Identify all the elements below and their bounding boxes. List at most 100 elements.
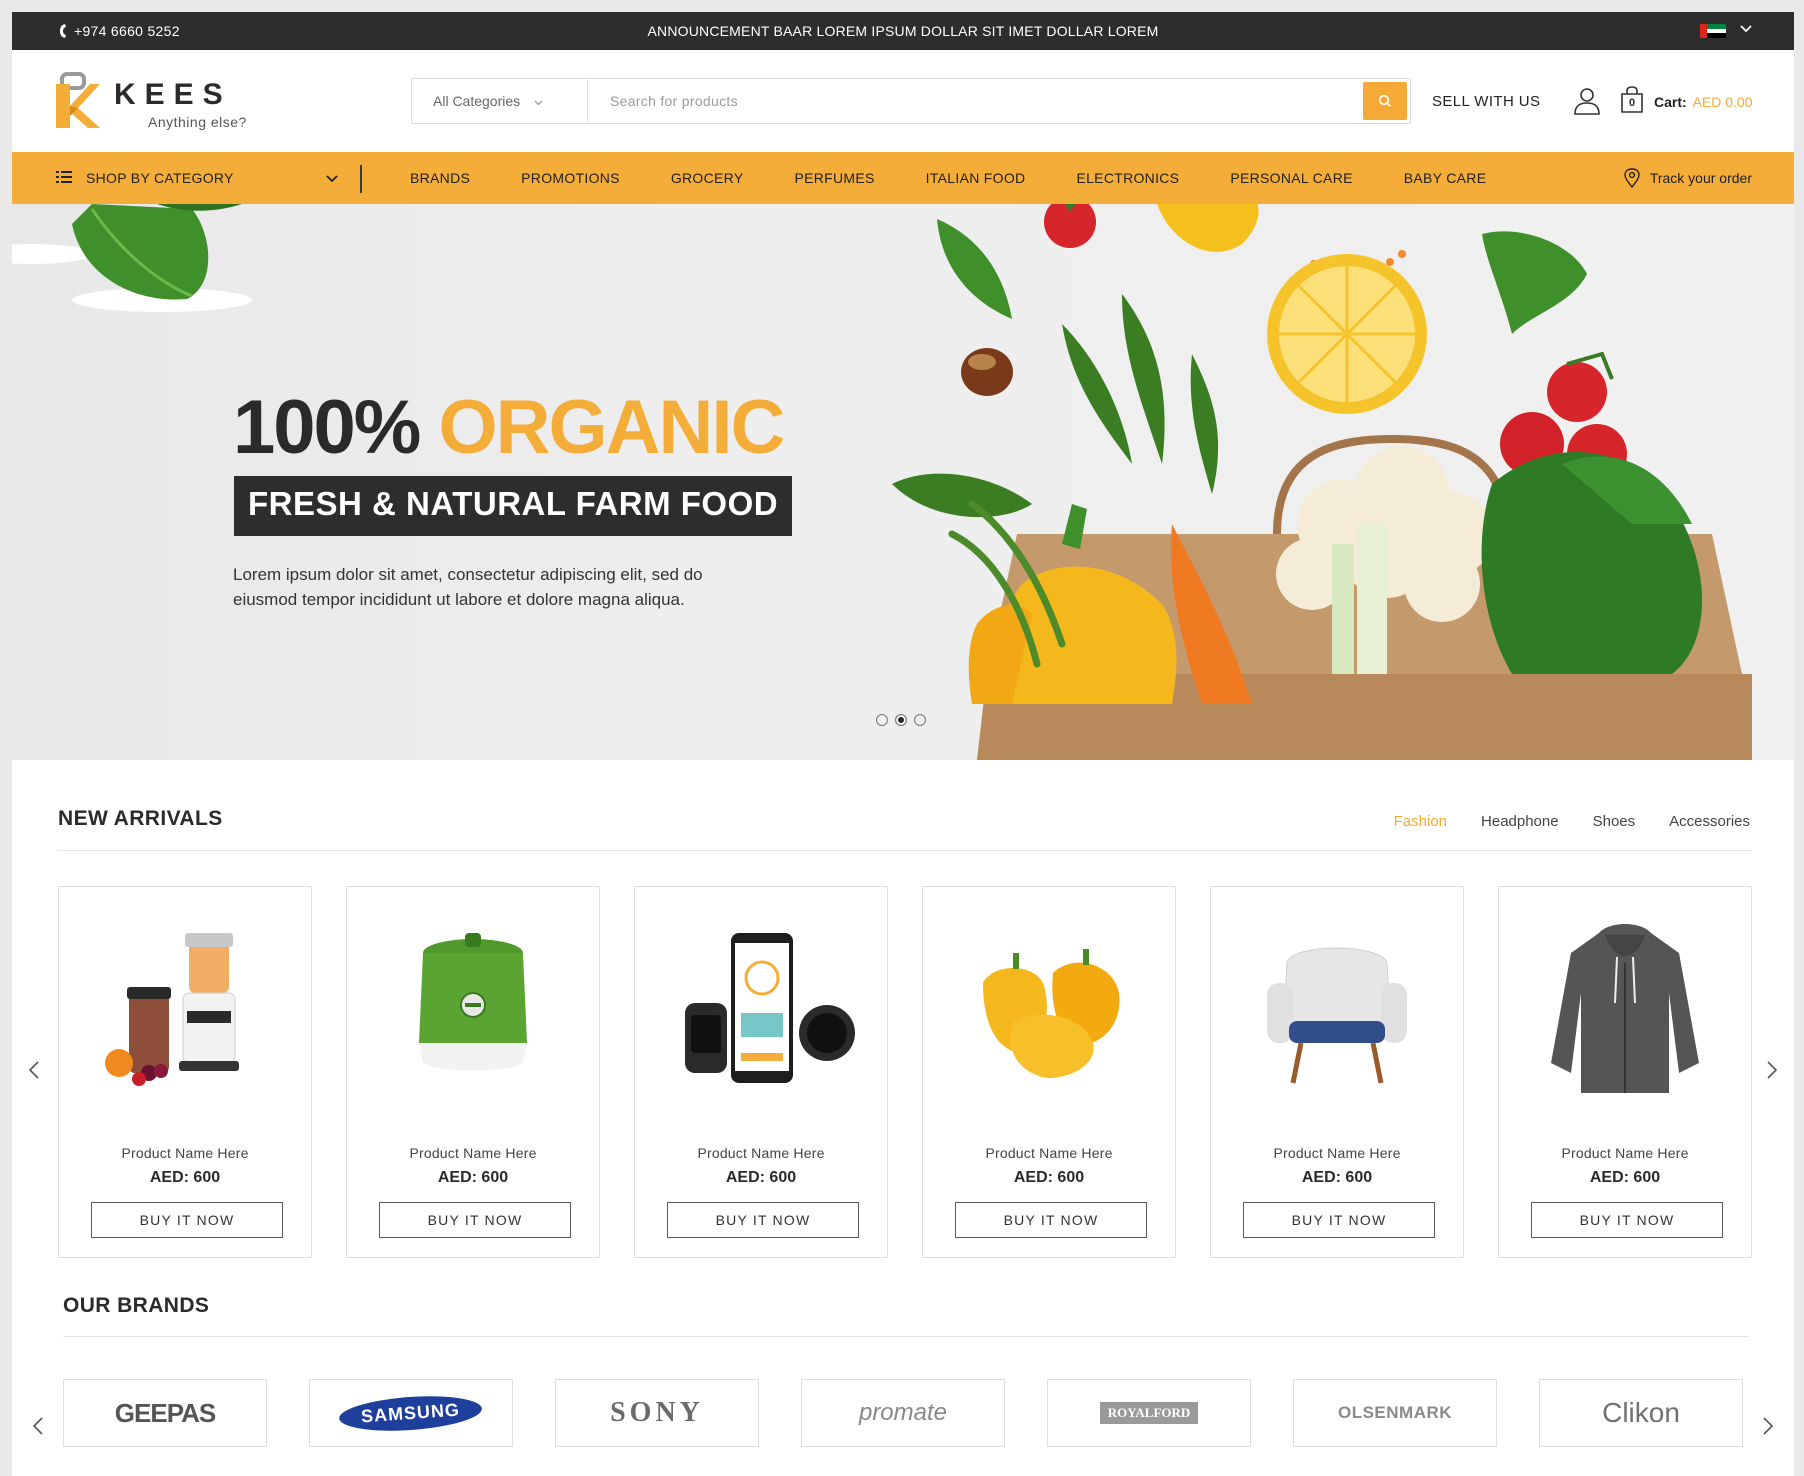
product-name: Product Name Here [121,1145,249,1161]
new-arrivals-title: NEW ARRIVALS [58,807,223,830]
brand-logo-geepas[interactable]: GEEPAS [63,1379,267,1447]
product-price: AED: 600 [725,1169,797,1186]
logo-tagline: Anything else? [148,114,247,130]
nav-link-personal-care[interactable]: PERSONAL CARE [1230,170,1352,186]
page-frame: +974 6660 5252 ANNOUNCEMENT BAAR LOREM I… [12,12,1794,1476]
cart-label: Cart: [1654,94,1687,110]
section-divider [58,850,1752,851]
brand-logo-sony[interactable]: SONY [555,1379,759,1447]
nav-link-electronics[interactable]: ELECTRONICS [1076,170,1179,186]
track-order-link[interactable]: Track your order [1624,168,1752,188]
product-name: Product Name Here [985,1145,1113,1161]
buy-it-now-button[interactable]: BUY IT NOW [667,1202,859,1238]
site-header: KEES Anything else? All Categories SELL … [12,50,1794,152]
nav-divider [360,165,362,193]
cart-button[interactable]: 0 Cart: AED 0.00 [1620,86,1753,114]
product-name: Product Name Here [1561,1145,1689,1161]
track-order-label: Track your order [1649,170,1752,186]
tab-accessories[interactable]: Accessories [1669,813,1750,830]
brand-logo-royalford[interactable]: ROYALFORD [1047,1379,1251,1447]
product-price: AED: 600 [1589,1169,1661,1186]
search-button[interactable] [1363,82,1407,120]
product-card[interactable]: Product Name Here AED: 600 BUY IT NOW [1498,886,1752,1258]
tab-fashion[interactable]: Fashion [1394,813,1447,830]
uae-flag-icon[interactable] [1700,24,1726,39]
armchair-product-image [1267,947,1407,1084]
product-carousel: Product Name Here AED: 600 BUY IT NOW Pr… [58,886,1752,1258]
product-card[interactable]: Product Name Here AED: 600 BUY IT NOW [634,886,888,1258]
carousel-dot-2[interactable] [895,714,907,726]
shop-by-category-label: SHOP BY CATEGORY [86,170,234,186]
carousel-dots [876,714,926,726]
product-card[interactable]: Product Name Here AED: 600 BUY IT NOW [922,886,1176,1258]
nav-link-brands[interactable]: BRANDS [410,170,470,186]
kees-logo-mark-icon [56,72,100,128]
logo[interactable]: KEES Anything else? [56,72,256,134]
hero-title: 100% ORGANIC [233,384,786,471]
buy-it-now-button[interactable]: BUY IT NOW [1531,1202,1723,1238]
carousel-dot-1[interactable] [876,714,888,726]
product-name: Product Name Here [409,1145,537,1161]
chevron-down-icon[interactable] [1740,22,1752,36]
brand-name: GEEPAS [114,1397,216,1428]
product-card[interactable]: Product Name Here AED: 600 BUY IT NOW [1210,886,1464,1258]
smartphone-watches-product-image [685,933,855,1083]
nav-link-italian-food[interactable]: ITALIAN FOOD [926,170,1026,186]
hoodie-product-image [1551,924,1699,1093]
hero-title-highlight: ORGANIC [438,385,786,470]
products-prev-arrow-icon[interactable] [28,1058,40,1084]
brand-name: SONY [610,1397,704,1428]
yellow-peppers-product-image [983,949,1120,1078]
hero-title-number: 100% [233,385,421,470]
tab-shoes[interactable]: Shoes [1593,813,1636,830]
chevron-down-icon [534,98,543,109]
brand-logo-olsenmark[interactable]: OLSENMARK [1293,1379,1497,1447]
product-card[interactable]: Product Name Here AED: 600 BUY IT NOW [346,886,600,1258]
product-name: Product Name Here [1273,1145,1401,1161]
product-card[interactable]: Product Name Here AED: 600 BUY IT NOW [58,886,312,1258]
tab-headphone[interactable]: Headphone [1481,813,1559,830]
section-divider [63,1336,1749,1337]
brands-next-arrow-icon[interactable] [1762,1414,1774,1440]
cart-count-badge: 0 [1628,97,1636,109]
product-name: Product Name Here [697,1145,825,1161]
product-price: AED: 600 [1013,1169,1085,1186]
brand-name: SAMSUNG [338,1391,484,1435]
blender-product-image [105,933,239,1086]
chevron-down-icon [326,170,338,186]
nav-link-baby-care[interactable]: BABY CARE [1404,170,1487,186]
brand-logo-promate[interactable]: promate [801,1379,1005,1447]
user-account-icon[interactable] [1572,86,1602,116]
buy-it-now-button[interactable]: BUY IT NOW [379,1202,571,1238]
brands-prev-arrow-icon[interactable] [32,1414,44,1440]
buy-it-now-button[interactable]: BUY IT NOW [1243,1202,1435,1238]
sell-with-us-link[interactable]: SELL WITH US [1432,93,1540,110]
products-next-arrow-icon[interactable] [1766,1058,1778,1084]
nav-link-grocery[interactable]: GROCERY [671,170,744,186]
search-input[interactable] [590,80,1350,122]
logo-name: KEES [114,78,232,111]
category-select-value: All Categories [433,93,521,109]
shopping-bag-icon: 0 [1620,86,1644,114]
nav-link-perfumes[interactable]: PERFUMES [794,170,874,186]
our-brands-title: OUR BRANDS [63,1294,210,1317]
hero-banner: 100% ORGANIC FRESH & NATURAL FARM FOOD L… [12,204,1794,760]
category-select[interactable]: All Categories [412,79,588,123]
brand-name: OLSENMARK [1337,1403,1453,1422]
product-price: AED: 600 [149,1169,221,1186]
main-navigation: SHOP BY CATEGORY BRANDS PROMOTIONS GROCE… [12,152,1794,204]
hero-subtitle: FRESH & NATURAL FARM FOOD [234,476,793,536]
list-menu-icon [56,170,72,186]
buy-it-now-button[interactable]: BUY IT NOW [91,1202,283,1238]
cart-summary: Cart: AED 0.00 [1654,94,1753,110]
buy-it-now-button[interactable]: BUY IT NOW [955,1202,1147,1238]
product-price: AED: 600 [437,1169,509,1186]
nav-link-promotions[interactable]: PROMOTIONS [521,170,620,186]
cart-amount: AED 0.00 [1692,94,1753,110]
brand-logo-clikon[interactable]: Clikon [1539,1379,1743,1447]
search-bar: All Categories [411,78,1411,124]
brand-logo-samsung[interactable]: SAMSUNG [309,1379,513,1447]
location-pin-icon [1624,168,1640,188]
carousel-dot-3[interactable] [914,714,926,726]
shop-by-category-dropdown[interactable]: SHOP BY CATEGORY [56,152,338,204]
